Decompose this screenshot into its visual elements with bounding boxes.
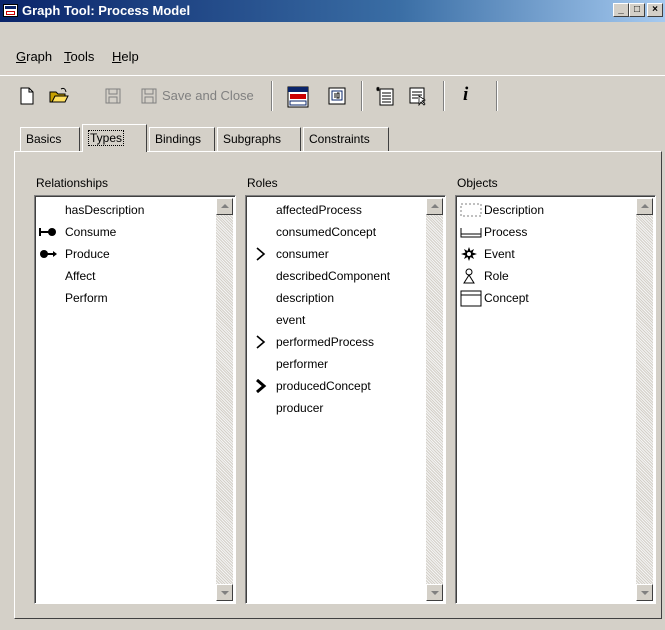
list-item[interactable]: Produce	[65, 245, 110, 263]
relationships-list[interactable]: hasDescription Consume Produce Affect Pe…	[34, 195, 236, 604]
tab-bindings[interactable]: Bindings	[149, 127, 215, 151]
menu-help-mnemonic: H	[112, 49, 122, 64]
info-icon[interactable]: i	[463, 84, 468, 106]
app-icon[interactable]	[3, 4, 18, 17]
list-item[interactable]: event	[276, 311, 305, 329]
scroll-up-button[interactable]	[636, 198, 653, 215]
chevron-right-icon	[256, 247, 266, 261]
list-item[interactable]: performer	[276, 355, 328, 373]
list-item[interactable]: Consume	[65, 223, 116, 241]
list-item[interactable]: Affect	[65, 267, 95, 285]
list-item[interactable]: affectedProcess	[276, 201, 362, 219]
menu-tools-label: ools	[70, 49, 95, 64]
scroll-up-button[interactable]	[216, 198, 233, 215]
toolbar-separator	[443, 81, 445, 111]
select-properties-icon[interactable]	[408, 86, 428, 106]
save-icon[interactable]	[103, 86, 123, 106]
concept-box-icon	[460, 290, 482, 307]
list-item[interactable]: performedProcess	[276, 333, 374, 351]
process-bracket-icon	[460, 228, 482, 238]
toolbar-separator	[361, 81, 363, 111]
menu-help-label: elp	[121, 49, 139, 64]
menu-bar: Graph Tools Help	[0, 43, 665, 69]
title-bar[interactable]: Graph Tool: Process Model _ □ ×	[0, 0, 665, 22]
dashed-box-icon	[460, 203, 482, 217]
list-item[interactable]: producer	[276, 399, 323, 417]
scroll-down-button[interactable]	[426, 584, 443, 601]
roles-scrollbar[interactable]	[426, 198, 443, 601]
roles-list[interactable]: affectedProcess consumedConcept consumer…	[245, 195, 446, 604]
identifier-icon[interactable]	[327, 86, 347, 106]
toolbar-separator	[271, 81, 273, 111]
new-type-icon[interactable]	[375, 86, 395, 106]
menu-help[interactable]: Help	[112, 49, 139, 64]
objects-label: Objects	[457, 176, 498, 190]
list-item[interactable]: Concept	[484, 289, 529, 307]
new-file-icon[interactable]	[17, 86, 37, 106]
list-item[interactable]: description	[276, 289, 334, 307]
bold-chevron-right-icon	[256, 379, 267, 393]
list-item[interactable]: Perform	[65, 289, 108, 307]
tab-types-label: Types	[88, 130, 125, 146]
merl-icon[interactable]	[287, 86, 309, 108]
list-item[interactable]: Description	[484, 201, 544, 219]
tab-subgraphs[interactable]: Subgraphs	[217, 127, 301, 151]
scroll-up-button[interactable]	[426, 198, 443, 215]
list-item[interactable]: producedConcept	[276, 377, 371, 395]
menu-graph-mnemonic: G	[16, 49, 27, 64]
relationships-scrollbar[interactable]	[216, 198, 233, 601]
menu-tools[interactable]: Tools	[64, 49, 94, 64]
tab-basics[interactable]: Basics	[20, 127, 80, 151]
list-item[interactable]: describedComponent	[276, 267, 390, 285]
open-folder-icon[interactable]	[49, 86, 69, 106]
list-item[interactable]: Event	[484, 245, 515, 263]
objects-list[interactable]: Description Process Event Role Concept	[455, 195, 656, 604]
minimize-button[interactable]: _	[613, 3, 629, 17]
scroll-down-button[interactable]	[216, 584, 233, 601]
person-icon	[463, 268, 475, 284]
list-item[interactable]: hasDescription	[65, 201, 144, 219]
tab-bindings-label: Bindings	[155, 132, 202, 146]
window-title: Graph Tool: Process Model	[22, 3, 191, 18]
list-item[interactable]: Role	[484, 267, 509, 285]
relationships-label: Relationships	[36, 176, 109, 190]
save-close-icon	[141, 88, 157, 104]
roles-label: Roles	[247, 176, 278, 190]
produce-arrow-icon	[40, 250, 57, 258]
consume-arrow-icon	[39, 228, 56, 236]
close-button[interactable]: ×	[647, 3, 663, 17]
chevron-right-icon	[256, 335, 266, 349]
objects-scrollbar[interactable]	[636, 198, 653, 601]
maximize-button[interactable]: □	[629, 3, 645, 17]
tab-constraints[interactable]: Constraints	[303, 127, 389, 151]
list-item[interactable]: consumedConcept	[276, 223, 376, 241]
tab-basics-label: Basics	[26, 132, 62, 146]
menu-graph-label: raph	[26, 49, 53, 64]
menu-graph[interactable]: Graph	[16, 49, 52, 64]
tab-constraints-label: Constraints	[309, 132, 370, 146]
starburst-icon	[461, 247, 477, 261]
tab-types[interactable]: Types	[82, 124, 147, 152]
scroll-down-button[interactable]	[636, 584, 653, 601]
list-item[interactable]: consumer	[276, 245, 329, 263]
tab-subgraphs-label: Subgraphs	[223, 132, 282, 146]
save-and-close-label: Save and Close	[162, 88, 254, 103]
toolbar-separator	[496, 81, 498, 111]
list-item[interactable]: Process	[484, 223, 527, 241]
